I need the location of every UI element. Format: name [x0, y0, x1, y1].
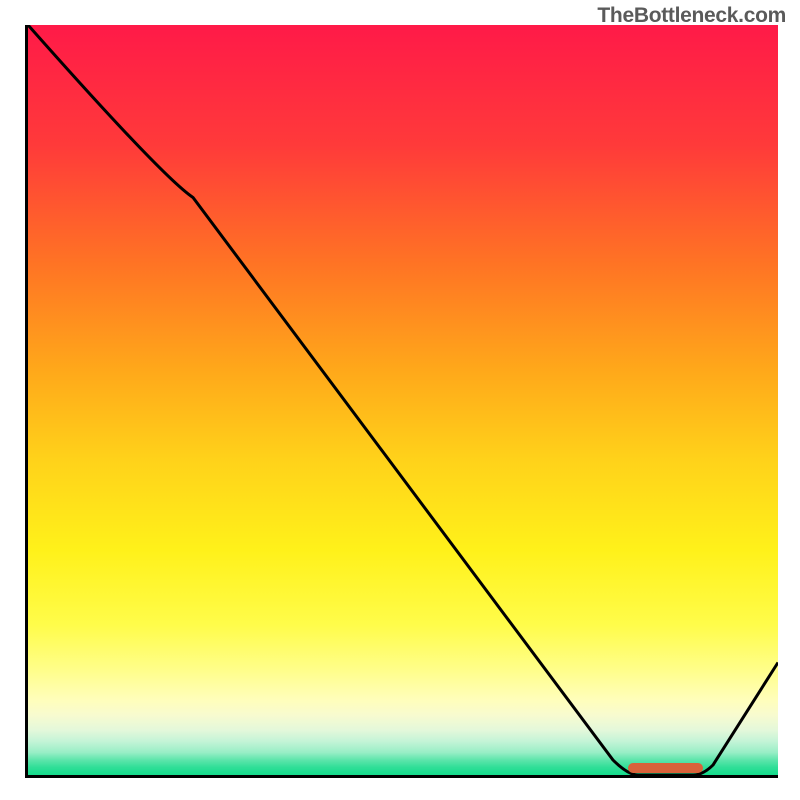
optimal-range-marker — [628, 763, 703, 773]
plot-area — [25, 25, 778, 778]
chart-container: TheBottleneck.com — [0, 0, 800, 800]
bottleneck-line — [28, 25, 778, 775]
